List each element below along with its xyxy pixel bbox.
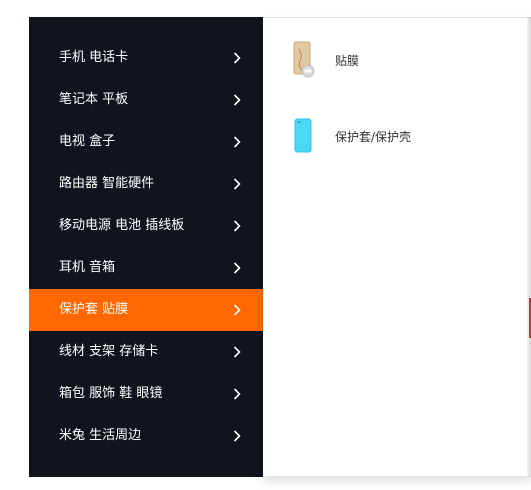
chevron-right-icon	[233, 247, 241, 289]
chevron-right-icon	[233, 373, 241, 415]
category-flyout-panel: 贴膜 保护套/保护壳	[263, 17, 531, 476]
chevron-right-icon	[233, 415, 241, 457]
category-item-label: 手机 电话卡	[59, 50, 129, 65]
category-item-cables[interactable]: 线材 支架 存储卡	[29, 331, 263, 373]
category-item-lifestyle[interactable]: 米兔 生活周边	[29, 415, 263, 457]
category-item-label: 米兔 生活周边	[59, 428, 142, 443]
product-label: 贴膜	[335, 53, 360, 68]
page-edge-shadow	[527, 17, 531, 477]
category-item-label: 线材 支架 存储卡	[59, 344, 159, 359]
category-menu: 手机 电话卡 笔记本 平板 电视 盒子 路由器 智能硬件 移动电源 电池 插线板	[29, 17, 263, 477]
product-link-screen-film[interactable]: 贴膜	[287, 40, 359, 80]
category-item-power[interactable]: 移动电源 电池 插线板	[29, 205, 263, 247]
category-item-tv[interactable]: 电视 盒子	[29, 121, 263, 163]
category-item-cases[interactable]: 保护套 贴膜	[29, 289, 263, 331]
category-item-label: 保护套 贴膜	[59, 302, 129, 317]
product-label: 保护套/保护壳	[335, 129, 412, 144]
chevron-right-icon	[233, 163, 241, 205]
chevron-right-icon	[233, 205, 241, 247]
category-item-label: 路由器 智能硬件	[59, 176, 155, 191]
category-item-phones[interactable]: 手机 电话卡	[29, 37, 263, 79]
category-item-laptops[interactable]: 笔记本 平板	[29, 79, 263, 121]
chevron-right-icon	[233, 331, 241, 373]
category-item-label: 笔记本 平板	[59, 92, 129, 107]
screen-film-icon	[287, 40, 319, 80]
chevron-right-icon	[233, 79, 241, 121]
category-item-label: 移动电源 电池 插线板	[59, 218, 185, 233]
category-item-bags[interactable]: 箱包 服饰 鞋 眼镜	[29, 373, 263, 415]
category-item-label: 电视 盒子	[59, 134, 116, 149]
page: 手机 电话卡 笔记本 平板 电视 盒子 路由器 智能硬件 移动电源 电池 插线板	[0, 0, 531, 490]
category-item-label: 耳机 音箱	[59, 260, 116, 275]
phone-case-icon	[287, 116, 319, 156]
category-item-label: 箱包 服饰 鞋 眼镜	[59, 386, 163, 401]
category-item-audio[interactable]: 耳机 音箱	[29, 247, 263, 289]
chevron-right-icon	[233, 121, 241, 163]
category-item-routers[interactable]: 路由器 智能硬件	[29, 163, 263, 205]
chevron-right-icon	[233, 37, 241, 79]
chevron-right-icon	[233, 289, 241, 331]
product-link-phone-case[interactable]: 保护套/保护壳	[287, 116, 411, 156]
